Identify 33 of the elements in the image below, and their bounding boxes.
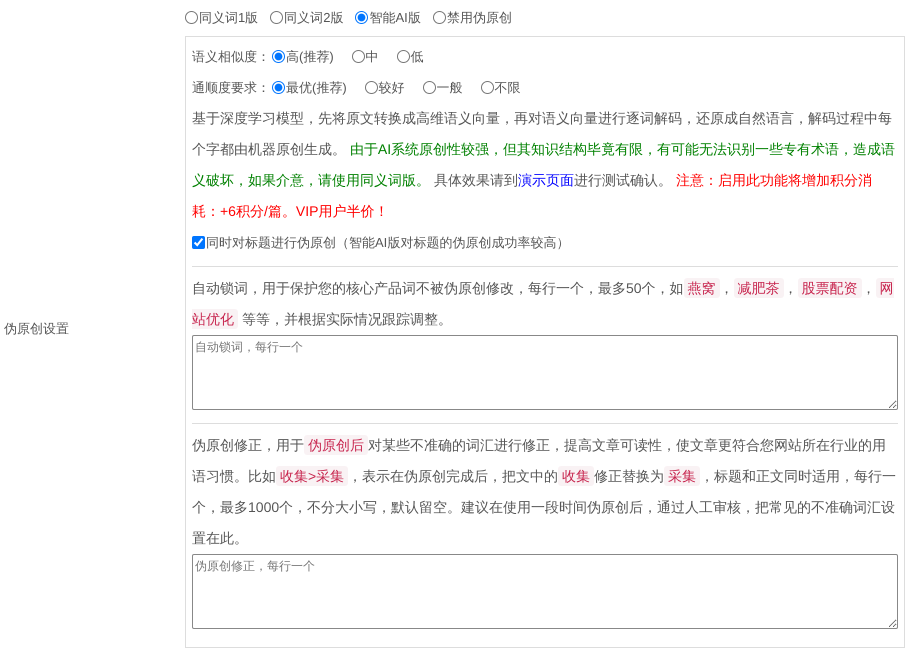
description-text: 基于深度学习模型，先将原文转换成高维语义向量，再对语义向量进行逐词解码，还原成自然语言，解码过程中每个字都由机器原创生成。 由于AI系统原创性较强，但其知识结构毕竟有限，有可能无法识别一些专有术语，造成语义破坏，如果介意，请使用同义词版。 具体效果请到演示页面进行测试确认。 注意：启用此功能将增加积分消耗：+6积分/篇。VIP用户半价！ (192, 108, 896, 221)
option-label[interactable]: 不限 (494, 72, 521, 103)
radio-button[interactable] (272, 80, 285, 94)
field-label: 通顺度要求： (192, 78, 270, 97)
description-text: 自动锁词，用于保护您的核心产品词不被伪原创修改，每行一个，最多50个，如 燕窝 ， 减肥茶 ， 股票配资 ， 网站优化 等等，并根据实际情况跟踪调整。 (192, 276, 895, 331)
option-label[interactable]: 中 (366, 40, 379, 72)
field-label: 语义相似度： (192, 48, 270, 66)
option-label[interactable]: 同义词1版 (199, 8, 258, 28)
radio-button[interactable] (355, 11, 368, 24)
settings-label: 伪原创设置 (4, 320, 69, 338)
option-label[interactable]: 低 (410, 40, 424, 72)
radio-button[interactable] (364, 80, 378, 94)
option-label[interactable]: 禁用伪原创 (446, 8, 512, 28)
demo-page-link[interactable]: 演示页面 (518, 172, 574, 188)
checkbox[interactable] (192, 236, 205, 249)
option-label[interactable]: 智能AI版 (369, 8, 421, 28)
option-label[interactable]: 一般 (436, 72, 463, 103)
radio-button[interactable] (422, 80, 436, 94)
option-label[interactable]: 较好 (378, 72, 405, 103)
option-label[interactable]: 最优(推荐) (286, 72, 347, 103)
option-label[interactable]: 同义词2版 (284, 8, 344, 28)
checkbox-label[interactable]: 同时对标题进行伪原创（智能AI版对标题的伪原创成功率较高） (206, 226, 570, 258)
option-label[interactable]: 高(推荐) (286, 40, 334, 72)
corrections-field[interactable]: 伪原创修正，每行一个 (192, 554, 898, 630)
lock-words-field[interactable]: 自动锁词，每行一个 (192, 334, 898, 410)
radio-button[interactable] (185, 11, 198, 24)
description-text: 伪原创修正，用于 伪原创后 对某些不准确的词汇进行修正，提高文章可读性，使文章更符合您网站所在行业的用语习惯。比如 收集>采集 ，表示在伪原创完成后，把文中的 收集 修正替换为 采集 ，标题和正文同时适用，每行一个，最多1000个，不分大小写，默认留空。建议在使用一段时间伪原创后，通过人工审核，把常见的不准确词汇设置在此。 (192, 434, 898, 548)
radio-button[interactable] (480, 80, 494, 94)
radio-button[interactable] (432, 11, 446, 24)
radio-button[interactable] (396, 50, 410, 63)
radio-button[interactable] (352, 50, 365, 63)
radio-button[interactable] (272, 50, 285, 63)
radio-button[interactable] (270, 11, 284, 24)
